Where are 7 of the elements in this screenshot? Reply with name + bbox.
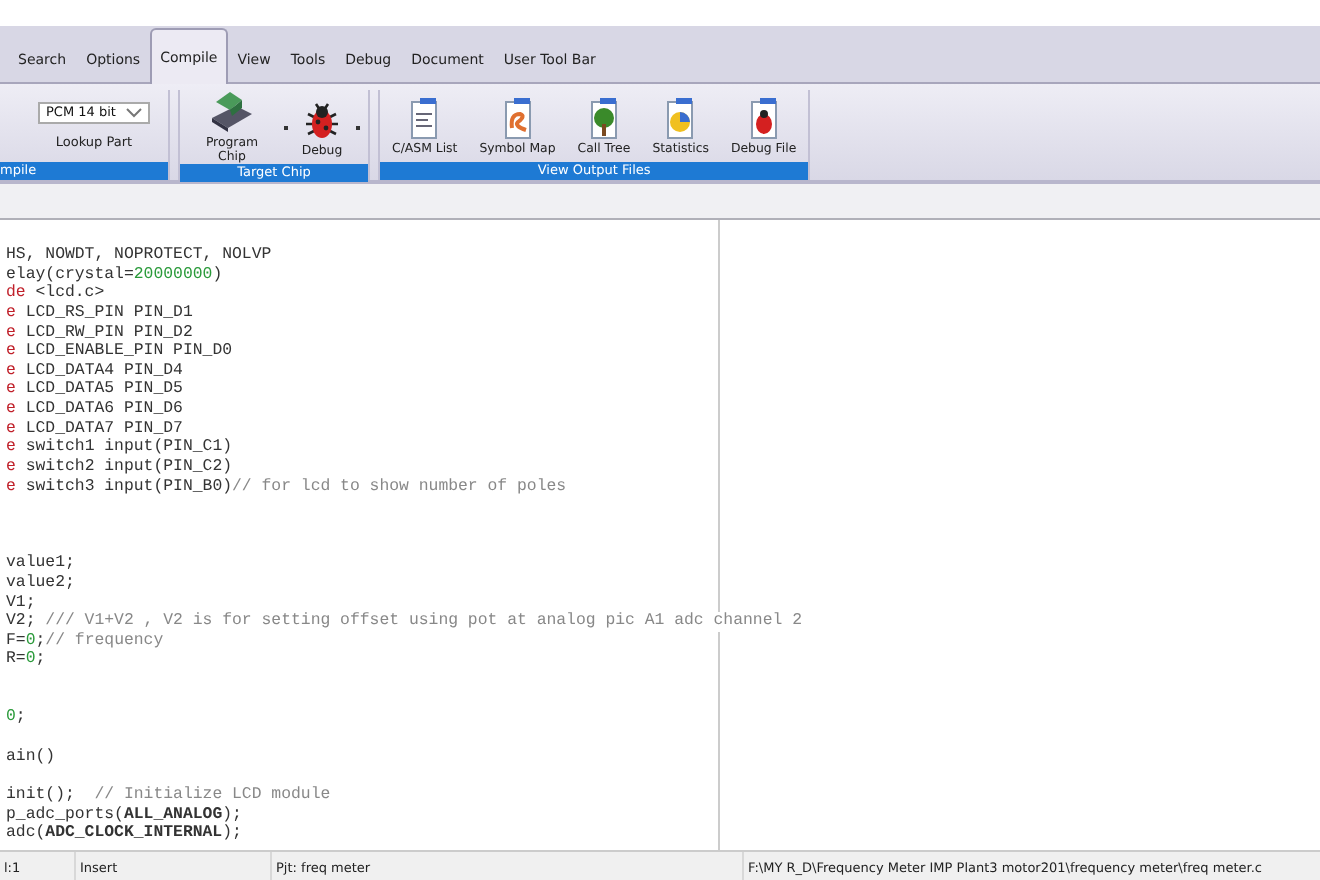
document-list-icon (408, 96, 441, 140)
document-bug-icon (747, 96, 780, 140)
document-symbol-icon (501, 96, 534, 140)
tree-icon (587, 96, 620, 140)
chip-icon (208, 90, 256, 134)
caret-icon (126, 107, 142, 117)
pie-chart-icon (664, 96, 697, 140)
